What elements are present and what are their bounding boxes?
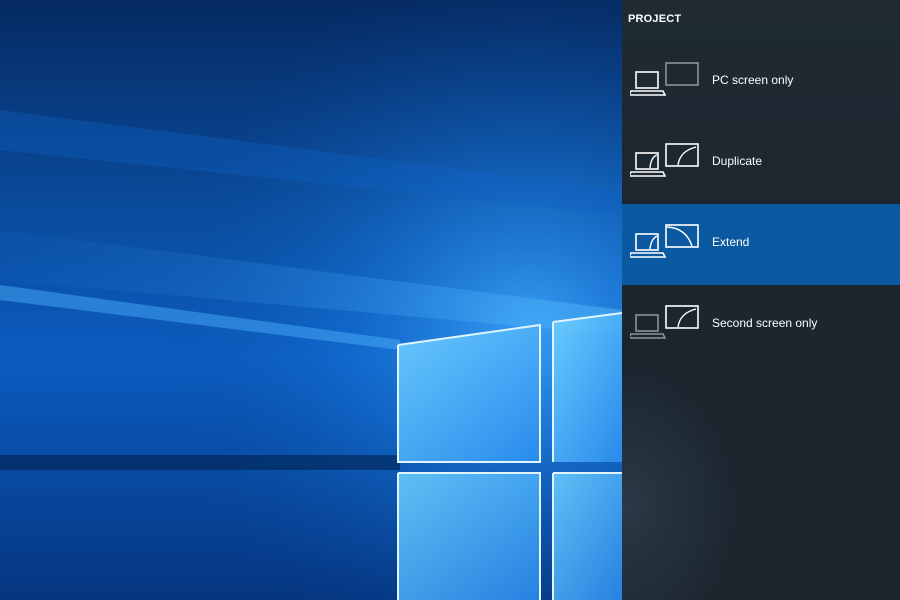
project-panel: PROJECT PC screen only Duplicate Extend … <box>622 0 900 600</box>
option-label: Duplicate <box>712 154 763 168</box>
desktop-screen: PROJECT PC screen only Duplicate Extend … <box>0 0 900 600</box>
option-label: Extend <box>712 235 750 249</box>
pc-screen-only-icon <box>630 62 699 96</box>
panel-title: PROJECT <box>628 13 682 25</box>
option-label: PC screen only <box>712 73 794 87</box>
panel-glow <box>622 360 742 600</box>
duplicate-icon <box>630 143 699 177</box>
extend-icon <box>630 224 699 258</box>
option-extend[interactable]: Extend <box>622 204 900 285</box>
option-pc-screen-only[interactable]: PC screen only <box>622 42 900 123</box>
option-label: Second screen only <box>712 316 818 330</box>
option-second-screen-only[interactable]: Second screen only <box>622 285 900 366</box>
option-duplicate[interactable]: Duplicate <box>622 123 900 204</box>
second-screen-only-icon <box>630 305 699 339</box>
desktop-wallpaper <box>0 0 622 600</box>
